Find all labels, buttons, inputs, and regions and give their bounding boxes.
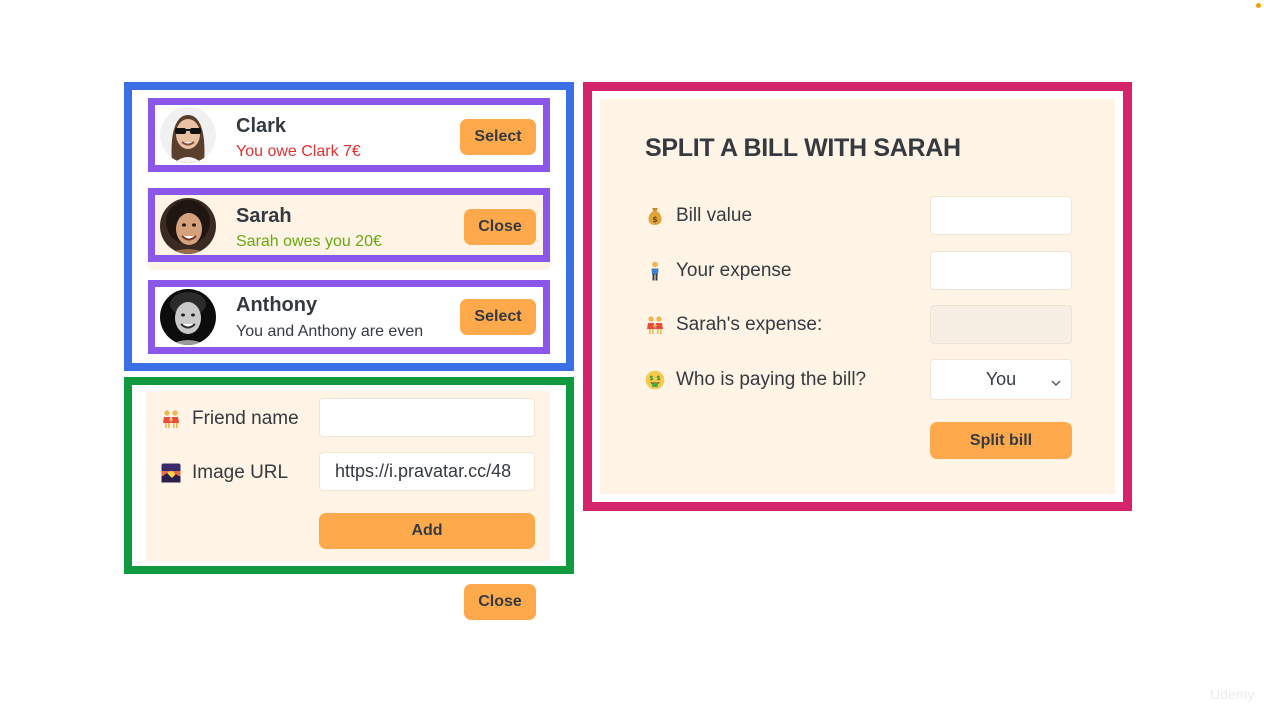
avatar-anthony-icon <box>160 289 216 345</box>
bill-value-label-text: Bill value <box>676 205 753 226</box>
friend-name: Anthony <box>236 294 318 316</box>
friend-balance-status: You and Anthony are even <box>236 323 424 340</box>
close-friend-button[interactable]: Close <box>464 209 536 245</box>
your-expense-input[interactable] <box>930 251 1072 290</box>
person-standing-icon <box>645 261 665 281</box>
add-friend-form: Friend name Image URL https://i.pravatar… <box>146 391 550 561</box>
payer-label-text: Who is paying the bill? <box>676 369 867 390</box>
bill-value-label: $ Bill value <box>645 204 752 228</box>
friend-balance-status: You owe Clark 7€ <box>236 143 361 160</box>
sunset-image-icon <box>161 463 181 483</box>
friend-balance-status: Sarah owes you 20€ <box>236 233 382 250</box>
select-friend-button[interactable]: Select <box>460 119 536 155</box>
people-holding-hands-icon <box>645 315 665 335</box>
friend-name-label-text: Friend name <box>192 408 299 429</box>
close-add-friend-button[interactable]: Close <box>464 584 536 620</box>
friend-expense-label: Sarah's expense: <box>645 313 822 337</box>
friend-expense-label-text: Sarah's expense: <box>676 314 823 335</box>
people-holding-hands-icon <box>161 409 181 429</box>
svg-text:$: $ <box>652 215 658 224</box>
avatar-clark-icon <box>160 107 216 163</box>
image-url-label: Image URL <box>161 461 288 485</box>
friend-name: Clark <box>236 115 287 137</box>
image-url-label-text: Image URL <box>192 462 289 483</box>
select-friend-button[interactable]: Select <box>460 299 536 335</box>
friend-item-anthony[interactable]: Anthony You and Anthony are even Select <box>155 287 543 347</box>
friend-name: Sarah <box>236 205 292 227</box>
payer-label: $ $ Who is paying the bill? <box>645 368 866 392</box>
your-expense-label-text: Your expense <box>676 260 792 281</box>
money-bag-icon: $ <box>645 206 665 226</box>
notification-dot <box>1256 3 1261 8</box>
avatar <box>160 289 216 345</box>
form-title: SPLIT A BILL WITH SARAH <box>645 134 961 162</box>
friend-item-sarah[interactable]: Sarah Sarah owes you 20€ Close <box>155 195 543 255</box>
chevron-down-icon <box>1050 373 1062 386</box>
avatar-sarah-icon <box>160 198 216 254</box>
bill-value-input[interactable] <box>930 196 1072 235</box>
money-mouth-face-icon: $ $ <box>645 370 665 390</box>
avatar <box>160 198 216 254</box>
watermark: Udemy <box>1210 686 1255 702</box>
friend-item-clark[interactable]: Clark You owe Clark 7€ Select <box>155 105 543 165</box>
image-url-input[interactable]: https://i.pravatar.cc/48 <box>319 452 535 491</box>
split-bill-button[interactable]: Split bill <box>930 422 1072 459</box>
add-friend-button[interactable]: Add <box>319 513 535 549</box>
payer-select-value: You <box>985 369 1017 389</box>
friend-expense-input <box>930 305 1072 344</box>
split-bill-form: SPLIT A BILL WITH SARAH $ Bill value You… <box>600 99 1115 494</box>
friend-name-input[interactable] <box>319 398 535 437</box>
payer-select[interactable]: You <box>930 359 1072 400</box>
avatar <box>160 107 216 163</box>
friend-name-label: Friend name <box>161 407 299 431</box>
svg-text:$: $ <box>649 375 653 382</box>
svg-text:$: $ <box>656 375 660 382</box>
your-expense-label: Your expense <box>645 259 792 283</box>
